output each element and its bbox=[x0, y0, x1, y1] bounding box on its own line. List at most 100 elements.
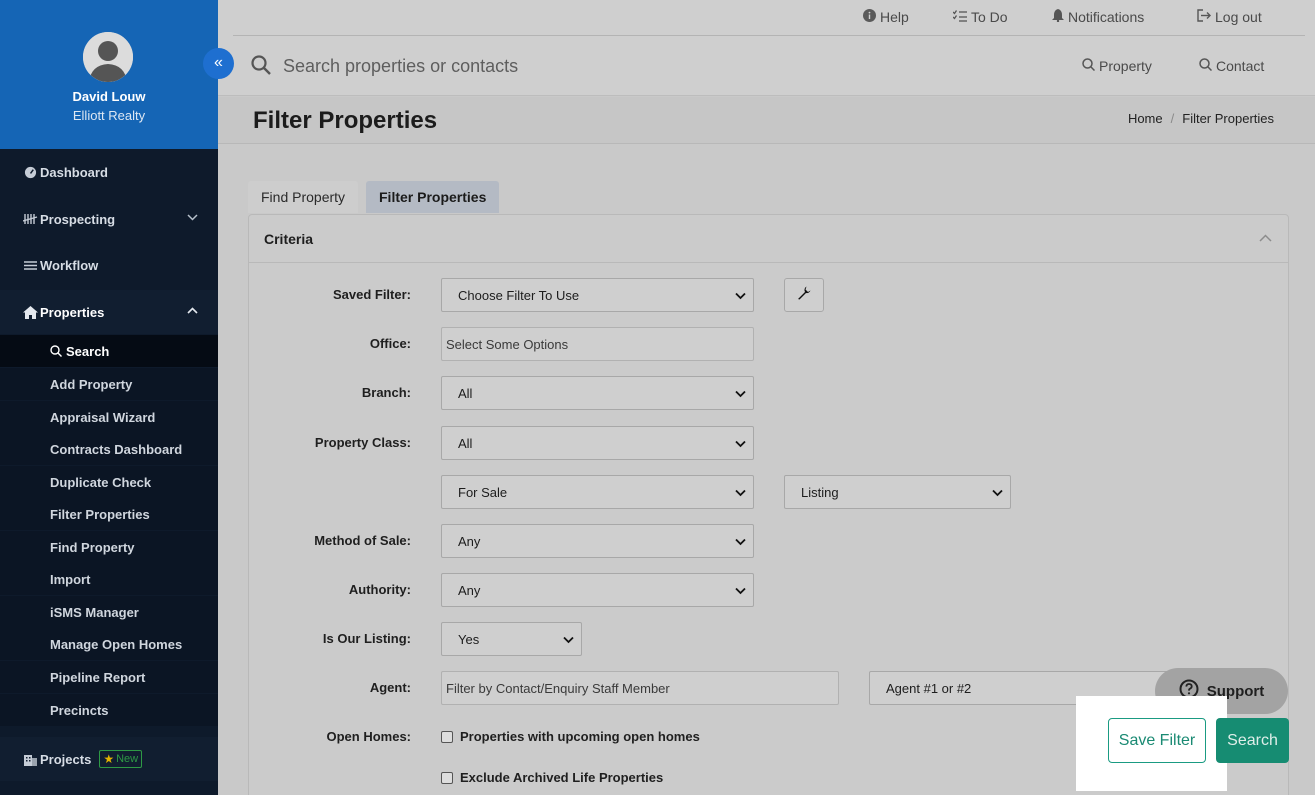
page-title: Filter Properties bbox=[253, 107, 438, 134]
chevron-down-icon bbox=[992, 486, 1003, 501]
building-icon bbox=[22, 751, 38, 767]
agent-label: Agent: bbox=[369, 680, 411, 695]
sidebar-sub-import[interactable]: Import bbox=[0, 563, 218, 595]
sidebar-sub-isms-manager[interactable]: iSMS Manager bbox=[0, 596, 218, 628]
chevron-down-icon bbox=[735, 486, 746, 501]
tally-icon bbox=[22, 211, 38, 227]
sidebar-sub-pipeline-report[interactable]: Pipeline Report bbox=[0, 661, 218, 693]
criteria-header[interactable]: Criteria bbox=[249, 215, 1288, 263]
logout-link[interactable]: Log out bbox=[1197, 8, 1262, 26]
checkbox[interactable] bbox=[441, 730, 453, 743]
chevron-down-icon bbox=[187, 210, 198, 224]
sale-type-select[interactable]: For Sale bbox=[441, 475, 754, 509]
tab-filter-properties[interactable]: Filter Properties bbox=[366, 181, 500, 213]
search-icon bbox=[50, 345, 62, 357]
sidebar-sub-label: Manage Open Homes bbox=[50, 636, 183, 652]
notifications-link[interactable]: Notifications bbox=[1052, 8, 1144, 26]
collapse-sidebar-button[interactable]: « bbox=[203, 48, 234, 79]
is-our-listing-label: Is Our Listing: bbox=[322, 631, 411, 646]
page-header: Filter Properties Home / Filter Properties bbox=[218, 97, 1315, 144]
checkbox[interactable] bbox=[441, 771, 453, 784]
saved-filter-label: Saved Filter: bbox=[332, 287, 411, 302]
user-name: David Louw bbox=[72, 89, 146, 104]
top-bar: Help To Do Notifications Log out Search … bbox=[218, 0, 1315, 96]
authority-select[interactable]: Any bbox=[441, 573, 754, 607]
search-icon bbox=[1199, 58, 1213, 74]
search-button[interactable]: Search bbox=[1216, 718, 1289, 763]
sidebar-item-label: Projects bbox=[40, 751, 92, 767]
home-icon bbox=[22, 304, 38, 320]
chevron-up-icon bbox=[187, 303, 198, 317]
list-icon bbox=[22, 257, 38, 273]
sidebar-sub-manage-open-homes[interactable]: Manage Open Homes bbox=[0, 628, 218, 660]
branch-select[interactable]: All bbox=[441, 376, 754, 410]
bell-icon bbox=[1052, 9, 1064, 25]
sidebar-sub-appraisal-wizard[interactable]: Appraisal Wizard bbox=[0, 401, 218, 433]
sidebar-sub-contracts-dashboard[interactable]: Contracts Dashboard bbox=[0, 433, 218, 465]
breadcrumb: Home / Filter Properties bbox=[1127, 111, 1274, 126]
wrench-icon bbox=[797, 286, 811, 305]
user-silhouette-icon bbox=[83, 32, 133, 82]
user-profile: David Louw Elliott Realty bbox=[0, 0, 218, 149]
chevron-down-icon bbox=[563, 633, 574, 648]
open-homes-label: Open Homes: bbox=[326, 729, 411, 744]
sidebar-sub-label: Add Property bbox=[50, 376, 133, 392]
search-contact-link[interactable]: Contact bbox=[1199, 58, 1264, 74]
todo-link[interactable]: To Do bbox=[952, 8, 1008, 26]
sidebar-item-label: Prospecting bbox=[40, 211, 116, 227]
office-multiselect[interactable]: Select Some Options bbox=[441, 327, 754, 361]
sidebar-sub-label: Find Property bbox=[50, 539, 135, 555]
sidebar-item-dashboard[interactable]: Dashboard bbox=[0, 150, 218, 194]
saved-filter-select[interactable]: Choose Filter To Use bbox=[441, 278, 754, 312]
search-icon bbox=[251, 55, 271, 80]
method-of-sale-select[interactable]: Any bbox=[441, 524, 754, 558]
breadcrumb-current: Filter Properties bbox=[1182, 111, 1274, 126]
double-chevron-left-icon: « bbox=[214, 54, 223, 71]
breadcrumb-home[interactable]: Home bbox=[1128, 111, 1163, 126]
sidebar-sub-add-property[interactable]: Add Property bbox=[0, 368, 218, 400]
sidebar-sub-label: Import bbox=[50, 571, 91, 587]
sidebar-sub-label: Appraisal Wizard bbox=[50, 409, 156, 425]
sidebar-sub-duplicate-check[interactable]: Duplicate Check bbox=[0, 466, 218, 498]
dashboard-icon bbox=[22, 164, 38, 180]
chevron-down-icon bbox=[735, 584, 746, 599]
chevron-up-icon[interactable] bbox=[1259, 231, 1272, 245]
sidebar-sub-filter-properties[interactable]: Filter Properties bbox=[0, 498, 218, 530]
info-icon bbox=[863, 9, 876, 25]
save-filter-button[interactable]: Save Filter bbox=[1108, 718, 1206, 763]
sidebar-item-properties[interactable]: Properties bbox=[0, 290, 218, 334]
exclude-archived-checkbox[interactable]: Exclude Archived Life Properties bbox=[441, 770, 663, 785]
sidebar-item-label: Properties bbox=[40, 304, 105, 320]
is-our-listing-select[interactable]: Yes bbox=[441, 622, 582, 656]
listing-type-select[interactable]: Listing bbox=[784, 475, 1011, 509]
tab-find-property[interactable]: Find Property bbox=[248, 181, 359, 213]
help-link[interactable]: Help bbox=[863, 8, 909, 26]
search-property-link[interactable]: Property bbox=[1082, 58, 1152, 74]
sidebar-sub-find-property[interactable]: Find Property bbox=[0, 531, 218, 563]
sidebar-sub-precincts[interactable]: Precincts bbox=[0, 694, 218, 726]
agent-filter-input[interactable]: Filter by Contact/Enquiry Staff Member bbox=[441, 671, 839, 705]
sidebar-sub-label: Precincts bbox=[50, 702, 109, 718]
chevron-down-icon bbox=[735, 387, 746, 402]
sidebar-item-label: Workflow bbox=[40, 257, 99, 273]
property-class-select[interactable]: All bbox=[441, 426, 754, 460]
edit-filters-button[interactable] bbox=[784, 278, 824, 312]
upcoming-open-homes-checkbox[interactable]: Properties with upcoming open homes bbox=[441, 729, 700, 744]
sidebar-sub-label: Pipeline Report bbox=[50, 669, 146, 685]
sidebar-item-projects[interactable]: Projects ★ New bbox=[0, 737, 218, 781]
global-search-input[interactable]: Search properties or contacts bbox=[283, 56, 518, 77]
sidebar-item-prospecting[interactable]: Prospecting bbox=[0, 197, 218, 241]
method-of-sale-label: Method of Sale: bbox=[314, 533, 411, 548]
checklist-icon bbox=[952, 9, 967, 25]
sidebar-sub-search[interactable]: Search bbox=[0, 335, 218, 367]
search-icon bbox=[1082, 58, 1096, 74]
sidebar-sub-label: Contracts Dashboard bbox=[50, 441, 183, 457]
sidebar: David Louw Elliott Realty « Dashboard Pr… bbox=[0, 0, 234, 795]
property-class-label: Property Class: bbox=[314, 435, 411, 450]
user-company: Elliott Realty bbox=[72, 108, 146, 123]
sidebar-sub-label: Duplicate Check bbox=[50, 474, 152, 490]
sidebar-item-workflow[interactable]: Workflow bbox=[0, 243, 218, 287]
avatar[interactable] bbox=[83, 32, 133, 82]
sidebar-sub-label: Search bbox=[66, 343, 110, 359]
logout-icon bbox=[1197, 9, 1211, 25]
